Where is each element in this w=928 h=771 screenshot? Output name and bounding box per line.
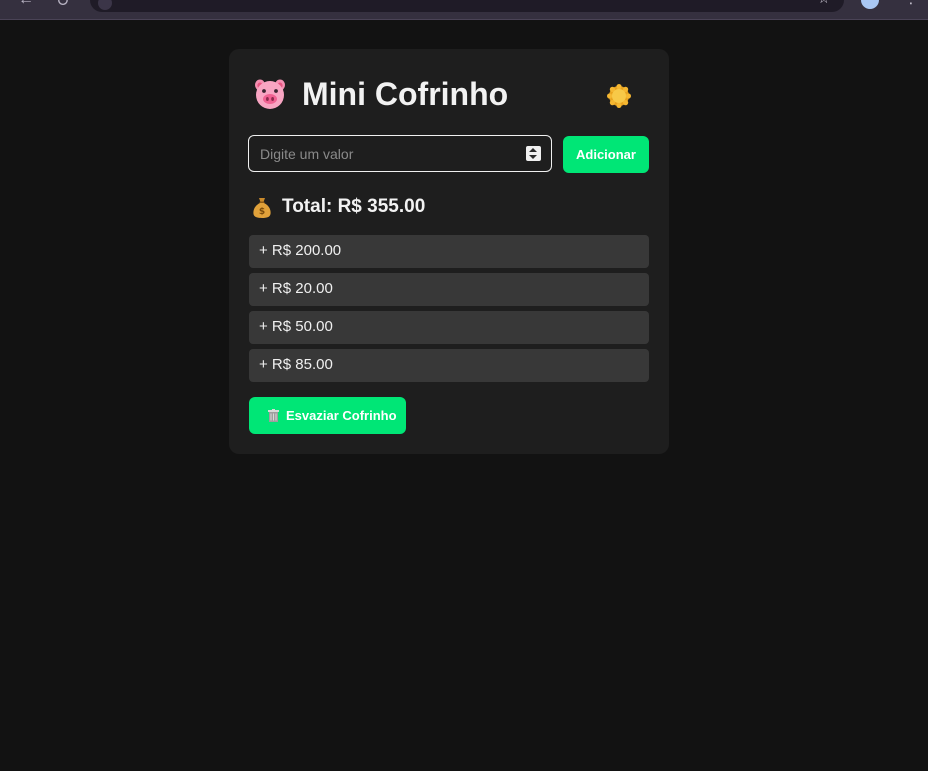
back-arrow-icon[interactable]: ← <box>18 0 34 9</box>
reload-icon[interactable]: ↻ <box>56 0 69 11</box>
kebab-menu-icon[interactable]: ⋮ <box>904 0 918 7</box>
spin-up-arrow-icon[interactable] <box>529 148 537 152</box>
empty-button-label: Esvaziar Cofrinho <box>286 408 397 423</box>
trash-can-icon <box>268 409 279 422</box>
deposit-entry: + R$ 20.00 <box>249 273 649 306</box>
add-button[interactable]: Adicionar <box>563 136 649 173</box>
page-title: Mini Cofrinho <box>302 76 509 112</box>
title-row: Mini Cofrinho <box>253 76 645 115</box>
number-spinner-icon[interactable] <box>526 146 541 161</box>
total-amount: Total: R$ 355.00 <box>282 196 426 217</box>
address-bar[interactable]: ☆ <box>90 0 844 12</box>
browser-toolbar: ← ↻ ☆ ⋮ <box>0 0 928 20</box>
value-input[interactable] <box>248 135 552 172</box>
deposit-entry: + R$ 200.00 <box>249 235 649 268</box>
pig-icon <box>255 79 285 109</box>
money-bag-icon: $ <box>253 198 271 218</box>
profile-avatar[interactable] <box>861 0 879 9</box>
empty-piggy-bank-button[interactable]: Esvaziar Cofrinho <box>249 397 406 434</box>
deposit-entry: + R$ 85.00 <box>249 349 649 382</box>
deposit-entry: + R$ 50.00 <box>249 311 649 344</box>
sun-icon[interactable] <box>606 83 632 109</box>
deposit-list: + R$ 200.00 + R$ 20.00 + R$ 50.00 + R$ 8… <box>249 235 649 387</box>
spin-down-arrow-icon[interactable] <box>529 155 537 159</box>
site-info-icon[interactable] <box>98 0 112 10</box>
svg-text:$: $ <box>259 207 265 217</box>
piggy-bank-card: Mini Cofrinho Adicionar $ Total: R <box>229 49 669 454</box>
bookmark-star-icon[interactable]: ☆ <box>817 0 830 7</box>
